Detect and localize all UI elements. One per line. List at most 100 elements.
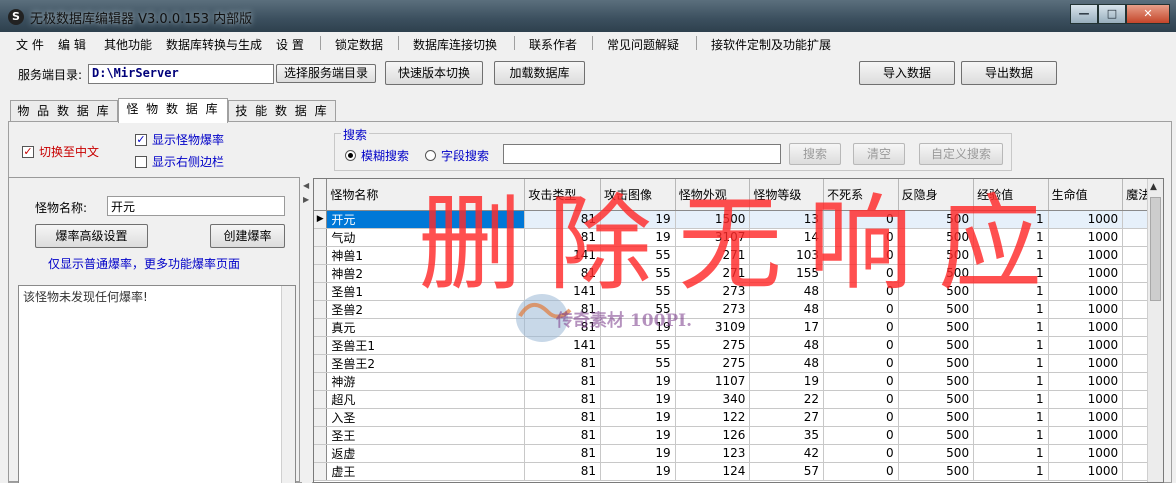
table-cell[interactable]: 55	[600, 300, 676, 319]
table-cell[interactable]: 273	[675, 282, 751, 301]
table-cell[interactable]: 1000	[1048, 444, 1124, 463]
row-indicator[interactable]	[314, 264, 328, 283]
table-cell[interactable]: 123	[675, 444, 751, 463]
table-cell[interactable]: 虚王	[326, 462, 526, 481]
table-cell[interactable]: 1000	[1048, 228, 1124, 247]
menu-faq[interactable]: 常见问题解疑	[607, 36, 679, 53]
table-cell[interactable]: 124	[675, 462, 751, 481]
table-cell[interactable]: 19	[600, 210, 676, 229]
table-cell[interactable]: 圣兽1	[326, 282, 526, 301]
table-cell[interactable]: 500	[898, 228, 975, 247]
table-cell[interactable]: 81	[524, 264, 602, 283]
table-cell[interactable]: 0	[823, 354, 899, 373]
table-cell[interactable]: 1	[973, 282, 1049, 301]
column-header[interactable]: 不死系	[823, 179, 899, 211]
table-cell[interactable]: 圣王	[326, 426, 526, 445]
table-cell[interactable]: 圣兽王1	[326, 336, 526, 355]
close-button[interactable]: ✕	[1126, 4, 1170, 24]
browse-server-button[interactable]: 选择服务端目录	[276, 64, 376, 83]
table-cell[interactable]: 1	[973, 300, 1049, 319]
column-header[interactable]: 攻击类型	[524, 179, 602, 211]
table-cell[interactable]: 0	[823, 210, 899, 229]
table-cell[interactable]: 入圣	[326, 408, 526, 427]
table-cell[interactable]: 1	[973, 210, 1049, 229]
table-cell[interactable]: 500	[898, 354, 975, 373]
column-header[interactable]: 怪物等级	[749, 179, 825, 211]
table-cell[interactable]: 1	[973, 390, 1049, 409]
scroll-thumb[interactable]	[1150, 197, 1161, 301]
table-cell[interactable]: 22	[749, 390, 825, 409]
table-cell[interactable]: 0	[823, 462, 899, 481]
table-cell[interactable]: 1000	[1048, 354, 1124, 373]
table-cell[interactable]: 55	[600, 282, 676, 301]
table-cell[interactable]: 1	[973, 336, 1049, 355]
menu-other-functions[interactable]: 其他功能	[104, 36, 152, 53]
table-cell[interactable]: 81	[524, 372, 602, 391]
switch-chinese-checkbox[interactable]: ✓ 切换至中文	[22, 143, 99, 160]
table-cell[interactable]: 1107	[675, 372, 751, 391]
grid-scrollbar[interactable]: ▲	[1147, 179, 1163, 482]
table-row[interactable]: 圣兽王1 141 55 275 48 0 500 1 1000	[314, 336, 1163, 355]
table-cell[interactable]: 48	[749, 354, 825, 373]
table-row[interactable]: 气动 81 19 3107 14 0 500 1 1000	[314, 228, 1163, 247]
table-cell[interactable]: 81	[524, 426, 602, 445]
field-search-radio[interactable]: 字段搜索	[425, 147, 489, 164]
table-cell[interactable]: 500	[898, 426, 975, 445]
table-cell[interactable]: 0	[823, 426, 899, 445]
table-cell[interactable]: 273	[675, 300, 751, 319]
table-cell[interactable]: 81	[524, 228, 602, 247]
column-header[interactable]: 经验值	[973, 179, 1049, 211]
load-database-button[interactable]: 加载数据库	[494, 61, 585, 85]
table-cell[interactable]: 55	[600, 246, 676, 265]
table-cell[interactable]: 275	[675, 336, 751, 355]
table-cell[interactable]: 155	[749, 264, 825, 283]
table-cell[interactable]: 19	[600, 426, 676, 445]
table-cell[interactable]: 122	[675, 408, 751, 427]
row-indicator[interactable]	[314, 300, 328, 319]
row-indicator[interactable]	[314, 408, 328, 427]
table-cell[interactable]: 返虚	[326, 444, 526, 463]
table-cell[interactable]: 19	[600, 372, 676, 391]
table-cell[interactable]: 1	[973, 462, 1049, 481]
table-cell[interactable]: 19	[600, 390, 676, 409]
minimize-button[interactable]: —	[1070, 4, 1098, 24]
row-indicator[interactable]	[314, 444, 328, 463]
table-cell[interactable]: 81	[524, 210, 602, 229]
table-row[interactable]: ▶ 开元 81 19 1500 13 0 500 1 1000	[314, 210, 1163, 229]
menu-custom-development[interactable]: 接软件定制及功能扩展	[711, 36, 831, 53]
table-cell[interactable]: 1000	[1048, 408, 1124, 427]
table-cell[interactable]: 1000	[1048, 336, 1124, 355]
table-cell[interactable]: 开元	[326, 210, 526, 229]
search-button[interactable]: 搜索	[789, 143, 841, 165]
table-cell[interactable]: 271	[675, 264, 751, 283]
table-cell[interactable]: 1000	[1048, 210, 1124, 229]
table-cell[interactable]: 神兽2	[326, 264, 526, 283]
row-indicator[interactable]	[314, 282, 328, 301]
table-row[interactable]: 圣兽王2 81 55 275 48 0 500 1 1000	[314, 354, 1163, 373]
table-row[interactable]: 神兽1 141 55 271 103 0 500 1 1000	[314, 246, 1163, 265]
table-cell[interactable]: 3107	[675, 228, 751, 247]
panel-splitter[interactable]: ◀ ▶	[302, 177, 312, 483]
table-row[interactable]: 圣王 81 19 126 35 0 500 1 1000	[314, 426, 1163, 445]
table-cell[interactable]: 1	[973, 318, 1049, 337]
splitter-left-arrow-icon[interactable]: ◀	[303, 181, 309, 190]
table-cell[interactable]: 17	[749, 318, 825, 337]
column-header[interactable]: 生命值	[1048, 179, 1124, 211]
table-cell[interactable]: 圣兽王2	[326, 354, 526, 373]
show-drop-rate-checkbox[interactable]: ✓ 显示怪物爆率	[135, 131, 224, 148]
table-cell[interactable]: 1000	[1048, 300, 1124, 319]
table-cell[interactable]: 0	[823, 300, 899, 319]
monster-name-input[interactable]: 开元	[107, 196, 285, 216]
table-cell[interactable]: 1000	[1048, 372, 1124, 391]
table-cell[interactable]: 0	[823, 228, 899, 247]
table-cell[interactable]: 55	[600, 336, 676, 355]
table-row[interactable]: 真元 81 19 3109 17 0 500 1 1000	[314, 318, 1163, 337]
menu-file[interactable]: 文 件	[16, 36, 44, 53]
quick-version-switch-button[interactable]: 快速版本切换	[385, 61, 483, 85]
table-cell[interactable]: 500	[898, 372, 975, 391]
maximize-button[interactable]: □	[1098, 4, 1126, 24]
row-indicator[interactable]	[314, 318, 328, 337]
create-drop-button[interactable]: 创建爆率	[210, 224, 285, 248]
table-cell[interactable]: 35	[749, 426, 825, 445]
table-cell[interactable]: 0	[823, 408, 899, 427]
